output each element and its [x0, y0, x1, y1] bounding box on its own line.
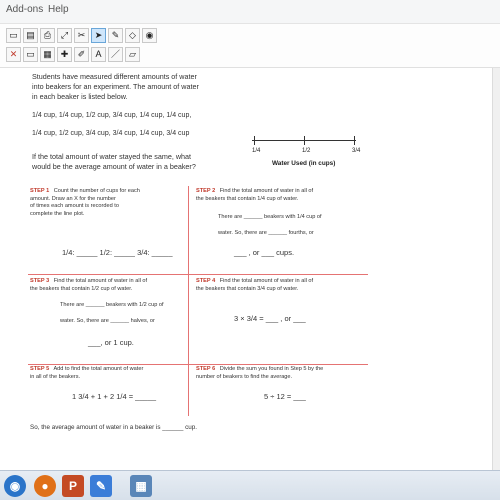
step-5-math: 1 3/4 + 1 + 2 1/4 = _____ — [72, 392, 157, 401]
question-text: If the total amount of water stayed the … — [32, 152, 196, 171]
step-6: STEP 6 Divide the sum you found in Step … — [196, 366, 324, 380]
tick-3 — [354, 136, 355, 145]
tick-label: 1/2 — [302, 148, 311, 154]
text-icon[interactable]: A — [91, 47, 106, 62]
pointer-icon[interactable]: ➤ — [91, 28, 106, 43]
paint-icon[interactable]: ◉ — [142, 28, 157, 43]
expand-icon[interactable]: ⤢ — [57, 28, 72, 43]
taskbar: ◉ ● P ✎ ▦ — [0, 470, 500, 500]
eraser2-icon[interactable]: ▱ — [125, 47, 140, 62]
tick-2 — [304, 136, 305, 145]
tick-1 — [254, 136, 255, 145]
screen-icon[interactable]: ▭ — [23, 47, 38, 62]
crop-icon[interactable]: ✂ — [74, 28, 89, 43]
pen-icon[interactable]: ✎ — [108, 28, 123, 43]
step-2-line2: water. So, there are ______ fourths, or — [218, 230, 314, 236]
cup-row-1: 1/4 cup, 1/4 cup, 1/2 cup, 3/4 cup, 1/4 … — [32, 112, 192, 119]
divider — [28, 274, 368, 275]
menu-addons[interactable]: Add-ons — [6, 4, 43, 15]
step-3-math: ___, or 1 cup. — [88, 338, 134, 347]
firefox-icon[interactable]: ● — [34, 475, 56, 497]
step-6-math: 5 ÷ 12 = ___ — [264, 392, 306, 401]
step-5: STEP 5 Add to find the total amount of w… — [30, 366, 144, 380]
new-icon[interactable]: ✚ — [57, 47, 72, 62]
tick-label: 1/4 — [252, 148, 261, 154]
step-2-line1: There are ______ beakers with 1/4 cup of — [218, 214, 322, 220]
worksheet: Students have measured different amounts… — [0, 68, 500, 468]
toolbar: ▭ ▤ ⎙ ⤢ ✂ ➤ ✎ ◇ ◉ ✕ ▭ ▦ ✚ ✐ A ／ ▱ — [0, 24, 500, 68]
problem-text: Students have measured different amounts… — [32, 72, 218, 102]
toolbar-row-2: ✕ ▭ ▦ ✚ ✐ A ／ ▱ — [6, 47, 140, 62]
problem-line: into beakers for an experiment. The amou… — [32, 82, 199, 91]
print-icon[interactable]: ⎙ — [40, 28, 55, 43]
pages-icon[interactable]: ▤ — [23, 28, 38, 43]
divider — [188, 186, 189, 416]
divider — [28, 364, 368, 365]
close-icon[interactable]: ✕ — [6, 47, 21, 62]
menu-bar: Add-ons Help — [0, 0, 500, 24]
start-icon[interactable]: ◉ — [4, 475, 26, 497]
cup-row-2: 1/4 cup, 1/2 cup, 3/4 cup, 3/4 cup, 1/4 … — [32, 130, 190, 137]
step-4-math: 3 × 3/4 = ___ , or ___ — [234, 314, 306, 323]
tick-label: 3/4 — [352, 148, 361, 154]
eraser-icon[interactable]: ◇ — [125, 28, 140, 43]
vertical-scrollbar[interactable] — [492, 68, 500, 470]
step-1-math: 1/4: _____ 1/2: _____ 3/4: _____ — [62, 248, 173, 257]
step-3: STEP 3 Find the total amount of water in… — [30, 278, 148, 292]
problem-line: Students have measured different amounts… — [32, 72, 197, 81]
document-icon[interactable]: ▭ — [6, 28, 21, 43]
step-2: STEP 2 Find the total amount of water in… — [196, 188, 314, 202]
highlighter-icon[interactable]: ✐ — [74, 47, 89, 62]
journal-icon[interactable]: ✎ — [90, 475, 112, 497]
steps-grid: STEP 1 Count the number of cups for each… — [28, 186, 368, 416]
line-plot: 1/4 1/2 3/4 Water Used (in cups) — [252, 132, 362, 172]
problem-line: in each beaker is listed below. — [32, 92, 128, 101]
step-1: STEP 1 Count the number of cups for each… — [30, 188, 140, 217]
step-2-math: ___ , or ___ cups. — [234, 248, 295, 257]
grid-icon[interactable]: ▦ — [40, 47, 55, 62]
step-4: STEP 4 Find the total amount of water in… — [196, 278, 314, 292]
toolbar-row-1: ▭ ▤ ⎙ ⤢ ✂ ➤ ✎ ◇ ◉ — [6, 28, 157, 43]
menu-help[interactable]: Help — [48, 4, 69, 15]
step-3-line2: water. So, there are ______ halves, or — [60, 318, 155, 324]
line-icon[interactable]: ／ — [108, 47, 123, 62]
application-window: Add-ons Help ▭ ▤ ⎙ ⤢ ✂ ➤ ✎ ◇ ◉ ✕ ▭ ▦ ✚ ✐… — [0, 0, 500, 500]
step-3-line1: There are ______ beakers with 1/2 cup of — [60, 302, 164, 308]
app-icon[interactable]: ▦ — [130, 475, 152, 497]
line-plot-title: Water Used (in cups) — [272, 160, 336, 167]
answer-line: So, the average amount of water in a bea… — [30, 424, 197, 431]
powerpoint-icon[interactable]: P — [62, 475, 84, 497]
